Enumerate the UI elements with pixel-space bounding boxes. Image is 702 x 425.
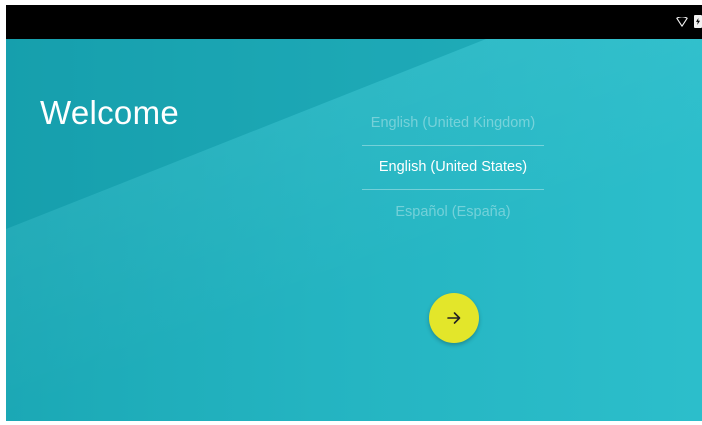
- next-button[interactable]: [429, 293, 479, 343]
- language-option-spanish-spain[interactable]: Español (España): [362, 190, 544, 234]
- welcome-title: Welcome: [40, 94, 180, 131]
- wifi-icon: [676, 17, 688, 27]
- arrow-right-icon: [447, 312, 461, 324]
- language-option-english-uk[interactable]: English (United Kingdom): [362, 101, 544, 145]
- language-picker[interactable]: English (United Kingdom) English (United…: [362, 101, 544, 234]
- status-bar: [6, 5, 702, 39]
- battery-charging-icon: [694, 15, 702, 28]
- language-option-english-us[interactable]: English (United States): [362, 145, 544, 190]
- setup-welcome-screen: Welcome English (United Kingdom) English…: [6, 39, 702, 421]
- device-screen: Welcome English (United Kingdom) English…: [6, 5, 702, 421]
